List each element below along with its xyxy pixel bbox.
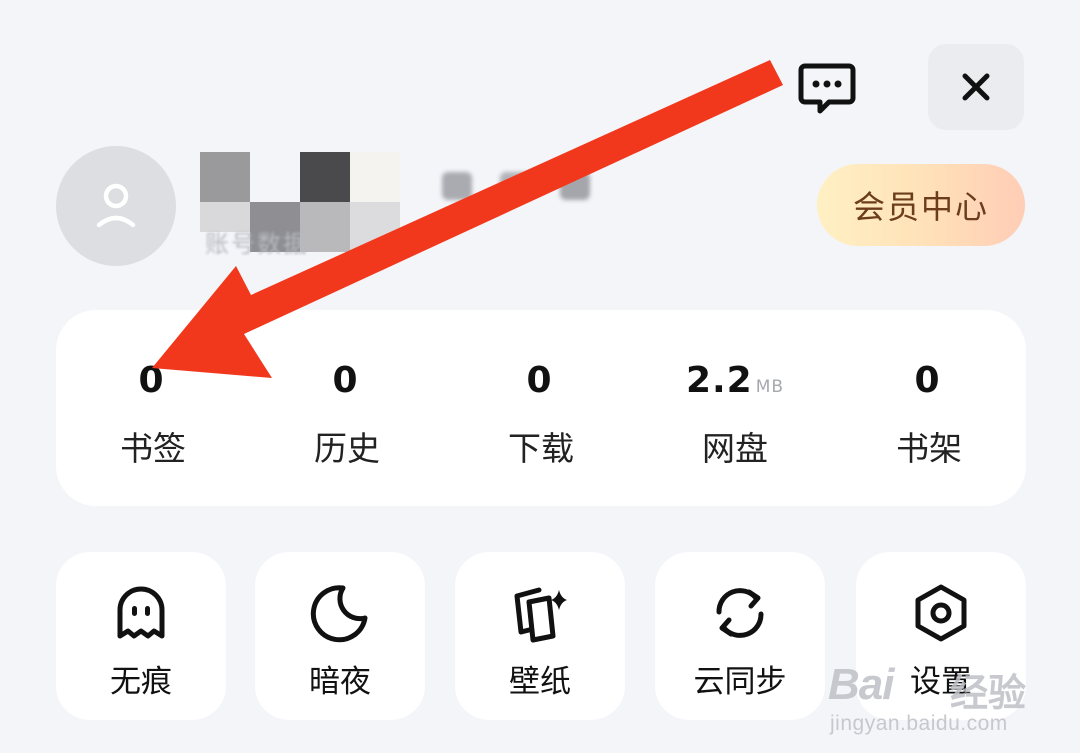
stat-bookshelf[interactable]: 0 书架 [832, 310, 1026, 506]
tool-wallpaper[interactable]: 壁纸 [455, 552, 625, 720]
tool-label: 壁纸 [509, 664, 571, 700]
stat-label: 书架 [896, 429, 962, 468]
stat-value: 0 [526, 360, 553, 401]
tool-cloud-sync[interactable]: 云同步 [655, 552, 825, 720]
moon-icon [310, 585, 368, 643]
sync-icon [716, 588, 764, 638]
tool-dark-mode[interactable]: 暗夜 [255, 552, 425, 720]
user-badges [440, 168, 600, 204]
stat-label: 网盘 [702, 429, 768, 468]
stat-bookmarks[interactable]: 0 书签 [56, 310, 250, 506]
stats-card: 0 书签 0 历史 0 下载 2.2 MB 网盘 0 书架 [56, 310, 1026, 506]
wallpaper-icon [514, 587, 567, 643]
stat-value: 2.2 MB [685, 360, 785, 401]
watermark: Bai 经验 jingyan.baidu.com [828, 650, 1028, 750]
watermark-url: jingyan.baidu.com [830, 712, 1008, 735]
stat-value: 0 [914, 360, 941, 401]
tool-label: 云同步 [693, 664, 787, 700]
stat-cloud-drive[interactable]: 2.2 MB 网盘 [638, 310, 832, 506]
watermark-text: 经验 [950, 673, 1027, 715]
user-silhouette-icon [96, 183, 136, 228]
stat-value: 0 [332, 360, 359, 401]
settings-hexagon-icon [915, 584, 967, 642]
vip-center-button[interactable]: 会员中心 [817, 164, 1025, 246]
chat-bubble-dots-icon [798, 63, 856, 114]
tool-label: 暗夜 [309, 664, 371, 700]
stat-history[interactable]: 0 历史 [250, 310, 444, 506]
watermark-logo: Bai [828, 660, 894, 709]
stat-label: 书签 [120, 429, 186, 468]
stat-downloads[interactable]: 0 下载 [444, 310, 638, 506]
tool-label: 无痕 [110, 664, 172, 700]
ghost-icon [117, 586, 165, 639]
stat-value: 0 [138, 360, 165, 401]
avatar[interactable] [56, 146, 176, 266]
tool-incognito[interactable]: 无痕 [56, 552, 226, 720]
close-x-icon [962, 73, 990, 101]
account-subtitle: 账号数据 [205, 230, 309, 258]
stat-label: 下载 [508, 429, 574, 468]
stat-label: 历史 [314, 429, 380, 468]
message-button[interactable] [790, 52, 864, 122]
close-button[interactable] [928, 44, 1024, 130]
